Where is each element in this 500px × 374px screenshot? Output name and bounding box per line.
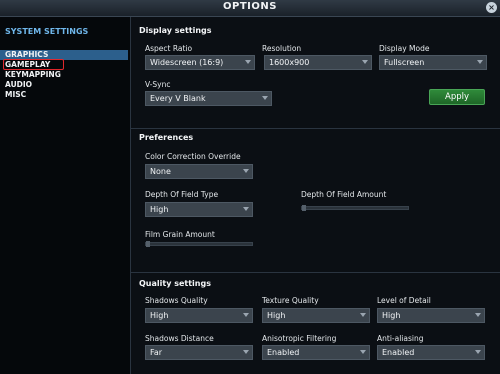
chevron-down-icon: [243, 313, 249, 317]
chevron-down-icon: [262, 96, 268, 100]
settings-panel: Display settings Aspect Ratio Widescreen…: [131, 17, 500, 374]
film-grain-label: Film Grain Amount: [145, 230, 215, 239]
chevron-down-icon: [475, 350, 481, 354]
aa-label: Anti-aliasing: [377, 334, 424, 343]
shadows-distance-dropdown[interactable]: Far: [145, 345, 253, 360]
aspect-ratio-value: Widescreen (16:9): [150, 58, 224, 67]
section-divider: [131, 272, 500, 273]
aniso-label: Anisotropic Filtering: [262, 334, 337, 343]
shadows-distance-label: Shadows Distance: [145, 334, 214, 343]
shadows-quality-dropdown[interactable]: High: [145, 308, 253, 323]
shadows-distance-value: Far: [150, 348, 163, 357]
aspect-ratio-label: Aspect Ratio: [145, 44, 193, 53]
chevron-down-icon: [362, 60, 368, 64]
aniso-dropdown[interactable]: Enabled: [262, 345, 370, 360]
sidebar-item-audio[interactable]: AUDIO: [0, 80, 128, 90]
vsync-dropdown[interactable]: Every V Blank: [145, 91, 272, 106]
lod-dropdown[interactable]: High: [377, 308, 485, 323]
dof-type-label: Depth Of Field Type: [145, 190, 219, 199]
texture-quality-label: Texture Quality: [262, 296, 319, 305]
chevron-down-icon: [243, 169, 249, 173]
resolution-value: 1600x900: [269, 58, 310, 67]
chevron-down-icon: [477, 60, 483, 64]
display-mode-value: Fullscreen: [384, 58, 425, 67]
shadows-quality-value: High: [150, 311, 169, 320]
section-title-quality: Quality settings: [139, 279, 211, 288]
section-title-display: Display settings: [139, 26, 212, 35]
color-correction-value: None: [150, 167, 171, 176]
vsync-label: V-Sync: [145, 80, 171, 89]
sidebar-item-misc[interactable]: MISC: [0, 90, 128, 100]
aa-value: Enabled: [382, 348, 415, 357]
vsync-value: Every V Blank: [150, 94, 206, 103]
section-divider: [131, 128, 500, 129]
resolution-dropdown[interactable]: 1600x900: [264, 55, 372, 70]
dof-type-value: High: [150, 205, 169, 214]
dof-type-dropdown[interactable]: High: [145, 202, 253, 217]
color-correction-label: Color Correction Override: [145, 152, 241, 161]
resolution-label: Resolution: [262, 44, 302, 53]
shadows-quality-label: Shadows Quality: [145, 296, 208, 305]
chevron-down-icon: [243, 207, 249, 211]
display-mode-dropdown[interactable]: Fullscreen: [379, 55, 487, 70]
sidebar: SYSTEM SETTINGS GRAPHICS GAMEPLAY KEYMAP…: [0, 17, 131, 374]
section-title-preferences: Preferences: [139, 133, 194, 142]
display-mode-label: Display Mode: [379, 44, 430, 53]
slider-handle[interactable]: [146, 241, 150, 247]
title-bar: OPTIONS ×: [0, 0, 500, 17]
texture-quality-dropdown[interactable]: High: [262, 308, 370, 323]
aniso-value: Enabled: [267, 348, 300, 357]
sidebar-item-gameplay[interactable]: GAMEPLAY: [0, 59, 128, 70]
sidebar-item-keymapping[interactable]: KEYMAPPING: [0, 70, 128, 80]
lod-label: Level of Detail: [377, 296, 431, 305]
window-title: OPTIONS: [223, 1, 277, 12]
color-correction-dropdown[interactable]: None: [145, 164, 253, 179]
chevron-down-icon: [245, 60, 251, 64]
film-grain-slider[interactable]: [145, 241, 253, 247]
annotation-highlight-box: [3, 59, 64, 70]
close-icon[interactable]: ×: [486, 2, 497, 13]
aa-dropdown[interactable]: Enabled: [377, 345, 485, 360]
texture-quality-value: High: [267, 311, 286, 320]
sidebar-title: SYSTEM SETTINGS: [5, 27, 89, 36]
chevron-down-icon: [360, 350, 366, 354]
dof-amount-slider[interactable]: [301, 205, 409, 211]
lod-value: High: [382, 311, 401, 320]
apply-button[interactable]: Apply: [429, 89, 485, 105]
slider-handle[interactable]: [302, 205, 306, 211]
chevron-down-icon: [475, 313, 481, 317]
dof-amount-label: Depth Of Field Amount: [301, 190, 387, 199]
chevron-down-icon: [360, 313, 366, 317]
aspect-ratio-dropdown[interactable]: Widescreen (16:9): [145, 55, 255, 70]
chevron-down-icon: [243, 350, 249, 354]
